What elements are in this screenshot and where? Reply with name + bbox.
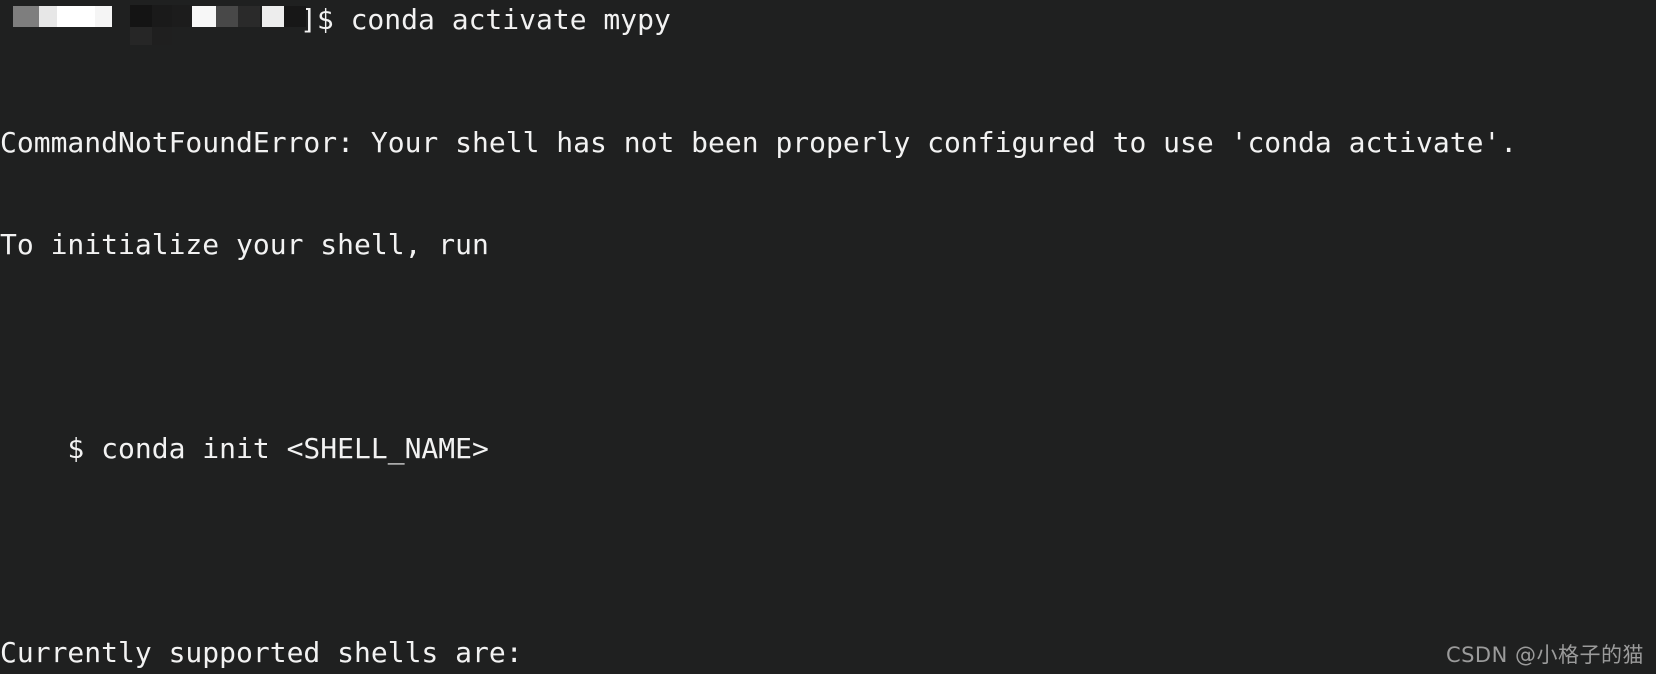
terminal-window: ]$ conda activate mypy CommandNotFoundEr… [0,0,1656,674]
output-line: CommandNotFoundError: Your shell has not… [0,126,1518,159]
redaction-block [152,5,172,27]
command-output: CommandNotFoundError: Your shell has not… [0,58,1517,674]
redaction-block [13,6,39,27]
redaction-block [57,6,95,27]
csdn-watermark: CSDN @小格子的猫 [1445,643,1644,667]
redaction-block [216,6,238,27]
output-line: To initialize your shell, run [0,228,489,261]
redacted-prompt-mosaic [0,0,306,45]
redaction-block [192,6,216,27]
redaction-block [262,6,284,27]
redaction-block [130,5,152,27]
output-line-blank [0,534,1517,568]
prompt-line: ]$ conda activate mypy [0,0,1656,45]
output-line-shells-header: Currently supported shells are: [0,636,523,669]
redaction-block [172,5,192,27]
redaction-block [152,27,172,45]
output-line-init-command: $ conda init <SHELL_NAME> [0,432,489,465]
prompt-command-text: ]$ conda activate mypy [300,3,671,36]
redaction-block [39,6,57,27]
redaction-block [130,27,152,45]
redaction-block [284,6,306,27]
redaction-block [95,6,112,27]
redaction-block [238,6,260,27]
output-line-blank [0,330,1517,364]
